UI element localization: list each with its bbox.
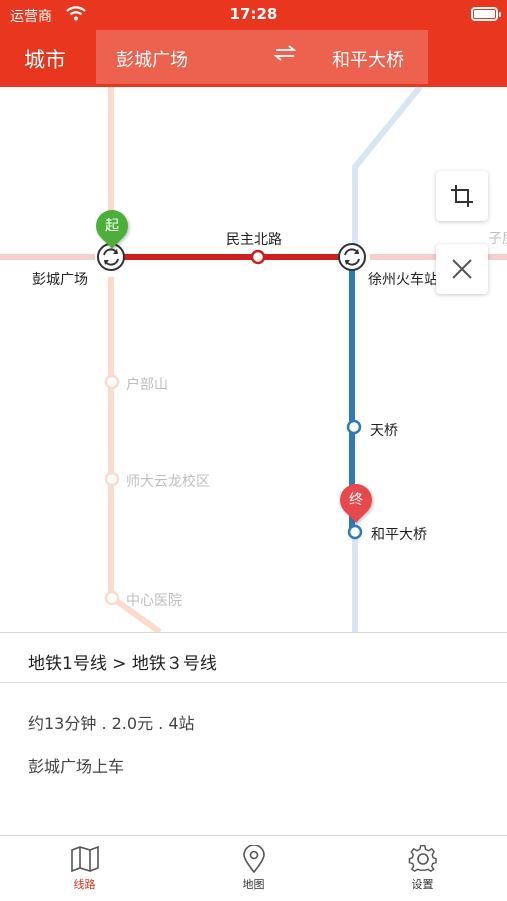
station-label-xuzhou-station[interactable]: 徐州火车站 xyxy=(368,269,438,289)
station-label-edge: 子房 xyxy=(488,231,507,247)
route-selector: 彭城广场 和平大桥 xyxy=(96,30,428,84)
tab-map[interactable]: 地图 xyxy=(169,836,338,901)
tab-settings-label: 设置 xyxy=(411,878,434,891)
map-icon xyxy=(70,845,99,873)
transfer-icon-xuzhou-station xyxy=(338,243,366,271)
station-label-tianqiao[interactable]: 天桥 xyxy=(370,420,398,440)
location-pin-icon xyxy=(242,845,265,873)
crop-icon xyxy=(451,185,473,207)
route-lines[interactable]: 地铁1号线 > 地铁３号线 xyxy=(28,649,217,674)
station-label-shida[interactable]: 师大云龙校区 xyxy=(126,471,210,491)
station-dot-hubushan xyxy=(104,374,120,390)
station-label-zhongxin[interactable]: 中心医院 xyxy=(126,590,182,610)
to-station-field[interactable]: 和平大桥 xyxy=(332,46,404,72)
subway-map[interactable]: 彭城广场 民主北路 徐州火车站 天桥 和平大桥 户部山 师大云龙校区 中心医院 … xyxy=(0,87,507,632)
status-time: 17:28 xyxy=(229,5,278,23)
tab-lines[interactable]: 线路 xyxy=(0,836,169,901)
nav-bar: 城市 彭城广场 和平大桥 xyxy=(0,30,507,87)
end-pin-label: 终 xyxy=(349,492,363,508)
station-dot-minzhubeilu xyxy=(250,249,266,265)
tab-settings[interactable]: 设置 xyxy=(338,836,507,901)
swap-arrows-icon[interactable] xyxy=(273,43,297,68)
route-summary: 约13分钟 . 2.0元 . 4站 xyxy=(28,714,195,733)
station-label-heping[interactable]: 和平大桥 xyxy=(371,524,427,544)
start-pin-label: 起 xyxy=(105,218,119,234)
station-dot-tianqiao xyxy=(346,419,362,435)
route-info-panel: 地铁1号线 > 地铁３号线 约13分钟 . 2.0元 . 4站 彭城广场上车 xyxy=(0,632,507,836)
tab-map-label: 地图 xyxy=(242,878,265,891)
city-button[interactable]: 城市 xyxy=(24,44,66,74)
line2-faded xyxy=(108,87,162,632)
gear-icon xyxy=(408,845,437,872)
battery-icon xyxy=(471,7,501,21)
crop-button[interactable] xyxy=(436,171,488,221)
station-dot-shida xyxy=(104,471,120,487)
from-station-field[interactable]: 彭城广场 xyxy=(116,46,188,72)
boarding-station: 彭城广场上车 xyxy=(28,757,125,776)
line3-north-faded xyxy=(352,87,423,632)
tab-lines-label: 线路 xyxy=(73,878,96,891)
end-pin-icon: 终 xyxy=(333,477,379,523)
station-dot-zhongxin xyxy=(104,590,120,606)
tab-bar: 线路 地图 设置 xyxy=(0,835,507,901)
close-button[interactable] xyxy=(436,244,488,294)
map-canvas xyxy=(0,87,507,632)
close-icon xyxy=(452,259,472,279)
station-dot-heping xyxy=(347,524,363,540)
start-pin-icon: 起 xyxy=(89,203,135,249)
station-label-hubushan[interactable]: 户部山 xyxy=(126,374,168,394)
divider xyxy=(0,682,507,683)
station-label-minzhubeilu[interactable]: 民主北路 xyxy=(226,229,282,249)
status-bar: 运营商 17:28 xyxy=(0,0,507,30)
station-label-pengcheng[interactable]: 彭城广场 xyxy=(32,269,88,289)
